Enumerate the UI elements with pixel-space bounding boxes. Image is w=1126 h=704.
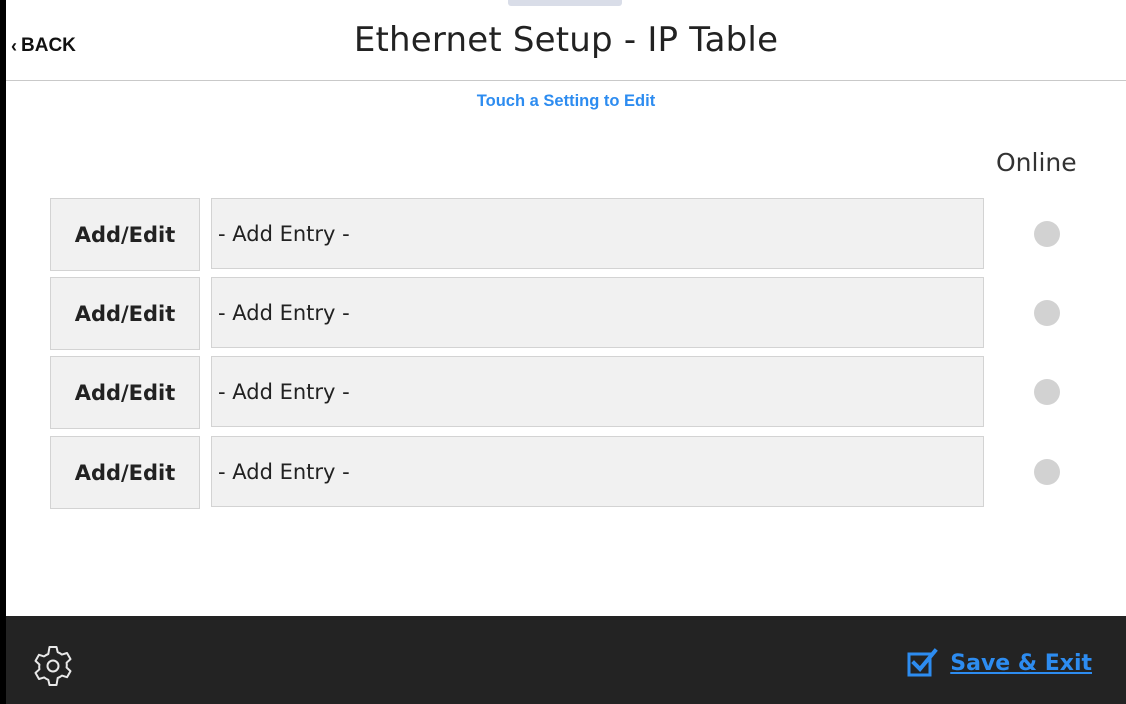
save-exit-button[interactable]: Save & Exit [906,646,1092,680]
save-exit-label: Save & Exit [950,650,1092,676]
gear-icon [34,646,72,686]
settings-button[interactable] [30,643,76,689]
ip-entry-field[interactable]: - Add Entry - [211,277,984,348]
online-status-indicator [1034,379,1060,405]
page-title: Ethernet Setup - IP Table [353,20,779,60]
footer-bar: Save & Exit [6,616,1126,704]
ip-entry-field[interactable]: - Add Entry - [211,198,984,269]
header-bar: ‹ BACK Ethernet Setup - IP Table [6,0,1126,81]
ethernet-setup-screen: ‹ BACK Ethernet Setup - IP Table Touch a… [6,0,1126,704]
ip-table-row: Add/Edit - Add Entry - [50,436,1100,509]
online-status-indicator [1034,221,1060,247]
online-status-indicator [1034,300,1060,326]
ip-entry-field[interactable]: - Add Entry - [211,436,984,507]
edit-hint: Touch a Setting to Edit [476,92,656,110]
add-edit-button[interactable]: Add/Edit [50,436,200,509]
ip-table-row: Add/Edit - Add Entry - [50,198,1100,271]
add-edit-button[interactable]: Add/Edit [50,198,200,271]
ip-table-row: Add/Edit - Add Entry - [50,356,1100,429]
add-edit-button[interactable]: Add/Edit [50,356,200,429]
online-column-header: Online [996,148,1077,177]
ip-entry-field[interactable]: - Add Entry - [211,356,984,427]
ip-table-row: Add/Edit - Add Entry - [50,277,1100,350]
online-status-indicator [1034,459,1060,485]
add-edit-button[interactable]: Add/Edit [50,277,200,350]
checkbox-checked-icon [907,648,939,677]
